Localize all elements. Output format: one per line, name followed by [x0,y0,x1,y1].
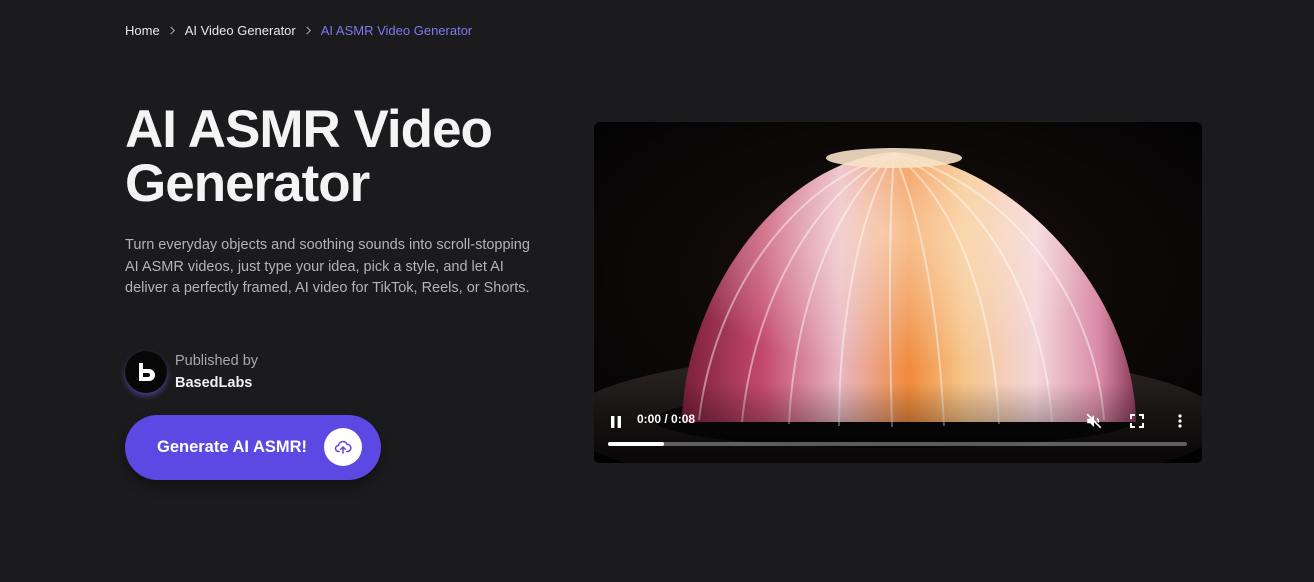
mute-button[interactable] [1084,411,1104,431]
publisher: Published by BasedLabs [125,350,258,394]
video-progress-bar[interactable] [608,442,1187,446]
breadcrumb-home[interactable]: Home [125,23,160,38]
volume-muted-icon [1086,413,1102,429]
chevron-right-icon [168,26,177,35]
video-time: 0:00 / 0:08 [637,412,696,426]
pause-icon [611,416,621,428]
page-title: AI ASMR Video Generator [125,100,493,213]
generate-asmr-button[interactable]: Generate AI ASMR! [125,415,381,480]
pause-button[interactable] [606,412,626,432]
chevron-right-icon [304,26,313,35]
publisher-name[interactable]: BasedLabs [175,372,258,394]
more-vert-icon [1178,414,1182,428]
page-description: Turn everyday objects and soothing sound… [125,237,530,297]
more-options-button[interactable] [1170,411,1190,431]
publisher-label: Published by [175,353,259,369]
video-progress-fill [608,442,665,446]
basedlabs-logo [125,351,167,393]
generate-asmr-button-label: Generate AI ASMR! [157,438,308,456]
video-player[interactable]: 0:00 / 0:08 [594,122,1202,463]
upload-cloud-icon [324,428,362,466]
breadcrumb-ai-video-generator[interactable]: AI Video Generator [185,23,296,38]
fullscreen-icon [1130,414,1144,428]
breadcrumb: Home AI Video Generator AI ASMR Video Ge… [125,23,472,38]
fullscreen-button[interactable] [1127,411,1147,431]
breadcrumb-current: AI ASMR Video Generator [320,23,473,38]
